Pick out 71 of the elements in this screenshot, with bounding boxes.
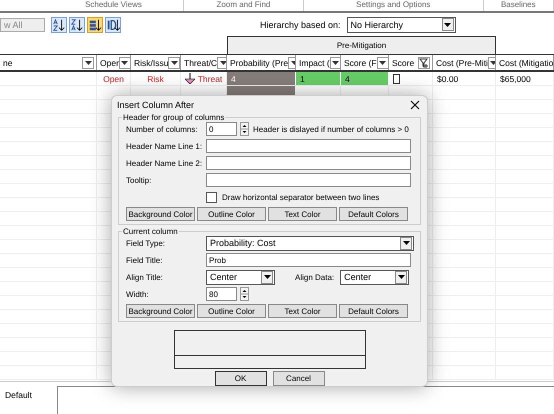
cancel-button[interactable]: Cancel <box>272 371 324 386</box>
group-header: Pre-Mitigation <box>227 36 496 54</box>
column-header[interactable]: Score (F <box>341 55 389 70</box>
field-label: Header Name Line 1: <box>126 142 204 150</box>
field-label: Field Title: <box>126 256 164 264</box>
column-header[interactable]: Score <box>389 55 433 70</box>
hierarchy-dropdown[interactable]: No Hierarchy <box>346 16 456 32</box>
input-field[interactable] <box>206 139 411 153</box>
column-header[interactable]: Oper <box>97 55 131 70</box>
ribbon-group-label: Schedule Views <box>44 0 184 11</box>
table-cell: Open <box>97 72 131 85</box>
sort-descending-button[interactable] <box>69 16 85 32</box>
view-tab[interactable]: Default <box>0 382 57 414</box>
threat-label: Threat <box>198 74 222 84</box>
column-header[interactable]: Cost (Mitigatio <box>496 55 554 70</box>
sort-ascending-icon <box>52 16 66 32</box>
filter-dropdown-icon <box>168 56 180 68</box>
ok-button[interactable]: OK <box>214 371 266 386</box>
input-field[interactable]: 80 <box>206 287 237 301</box>
filter-dropdown-icon <box>82 56 94 68</box>
close-button[interactable] <box>409 98 421 110</box>
score-marker-icon <box>393 74 400 84</box>
table-cell: Risk <box>131 72 181 85</box>
column-header[interactable]: Cost (Pre-Miti <box>433 55 496 70</box>
input-field[interactable] <box>206 173 411 187</box>
column-header[interactable]: Threat/C <box>181 55 227 70</box>
field-label: Width: <box>126 290 150 298</box>
ribbon-group-label: Settings and Options <box>304 0 484 11</box>
dropdown[interactable]: Center <box>206 270 275 284</box>
sort-ascending-button[interactable] <box>51 16 67 32</box>
field-label: Field Type: <box>126 238 166 248</box>
table-cell: $65,000 <box>496 72 554 85</box>
color-button[interactable]: Text Color <box>268 207 337 221</box>
table-cell: $0.00 <box>433 72 496 85</box>
close-icon <box>410 100 420 110</box>
color-button[interactable]: Outline Color <box>197 207 266 221</box>
input-field[interactable]: 0 <box>206 122 237 136</box>
checkbox[interactable] <box>206 192 217 202</box>
spinner-control[interactable] <box>240 287 249 301</box>
ribbon-group-label: Baselines <box>484 0 554 11</box>
sort-descending-icon <box>70 16 84 32</box>
field-label: Tooltip: <box>126 176 152 184</box>
color-button[interactable]: Outline Color <box>197 304 266 318</box>
color-button[interactable]: Text Color <box>268 304 337 318</box>
group-title: Header for group of columns <box>122 113 226 122</box>
checkbox-label: Draw horizontal separator between two lines <box>222 192 380 202</box>
table-cell: 4 <box>341 72 389 85</box>
hierarchy-label: Hierarchy based on: <box>260 20 341 30</box>
color-button[interactable]: Background Color <box>126 207 195 221</box>
sort-custom-button[interactable] <box>87 16 103 32</box>
filter-icon <box>418 56 430 68</box>
sort-id-button[interactable] <box>105 16 121 32</box>
down-arrow-icon <box>184 73 195 84</box>
input-field[interactable] <box>206 156 411 170</box>
dropdown[interactable]: Probability: Cost <box>206 236 414 250</box>
field-label: Align Data: <box>295 272 334 282</box>
color-button[interactable]: Default Colors <box>339 304 408 318</box>
color-button[interactable]: Background Color <box>126 304 195 318</box>
dropdown[interactable]: Center <box>340 270 410 284</box>
group-title: Current column <box>122 227 179 236</box>
spinner-control[interactable] <box>240 122 249 136</box>
field-label: Align Title: <box>126 272 164 282</box>
color-button[interactable]: Default Colors <box>339 207 408 221</box>
dialog-title: Insert Column After <box>117 100 194 110</box>
field-label: Header Name Line 2: <box>126 158 204 168</box>
ribbon-group-label: Zoom and Find <box>184 0 304 11</box>
table-cell: 4 <box>227 72 296 85</box>
table-cell: 1 <box>296 72 341 85</box>
hint-text: Header is dislayed if number of columns > 0 <box>253 124 409 134</box>
field-label: Number of columns: <box>126 124 199 134</box>
input-field[interactable]: Prob <box>206 253 411 267</box>
